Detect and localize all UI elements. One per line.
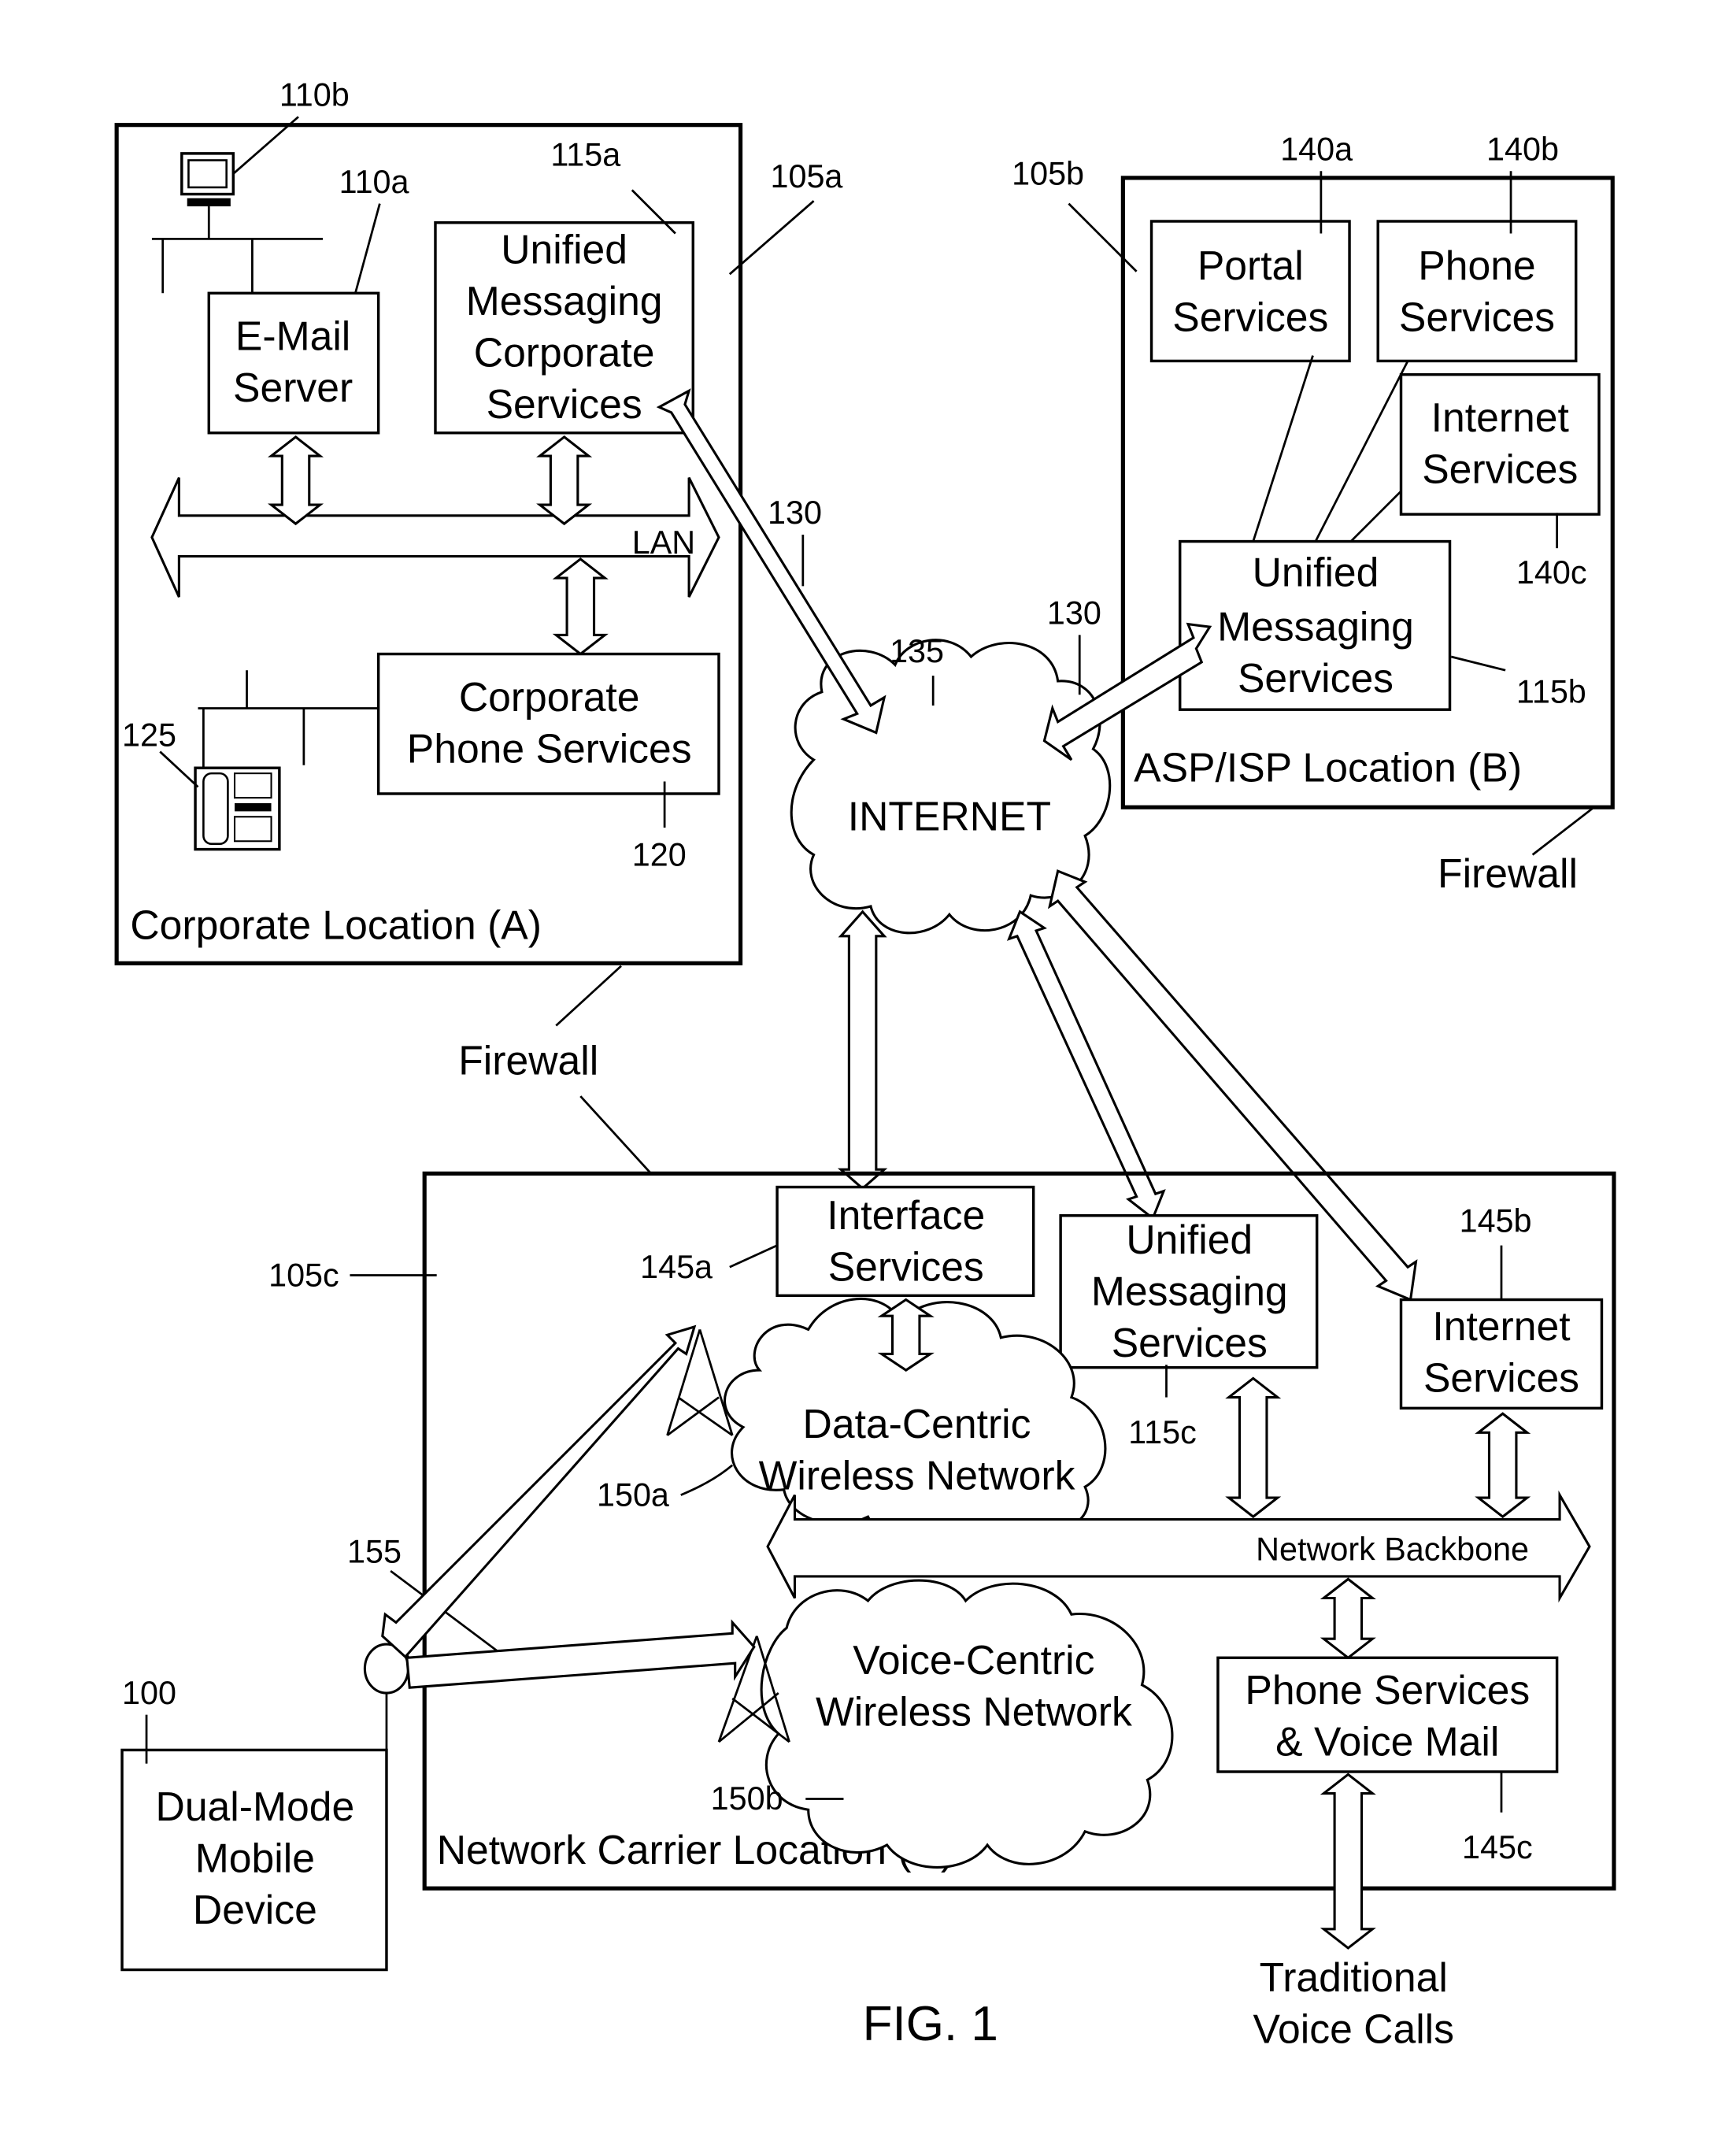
mobile-device: Dual-Mode Mobile Device 100 155 (120, 1534, 522, 1972)
ref-115b: 115b (1516, 674, 1586, 710)
ref-120: 120 (632, 836, 687, 872)
voice-network-line1: Voice-Centric (853, 1637, 1094, 1683)
data-network-line1: Data-Centric (803, 1401, 1031, 1447)
leader-105b (1068, 202, 1138, 272)
corporate-location: Corporate Location (A) 105a 110b E-Mail … (114, 77, 842, 1084)
ref-100: 100 (122, 1675, 176, 1711)
um-corporate-line3: Corporate (474, 329, 655, 375)
data-network-line2: Wireless Network (759, 1453, 1075, 1498)
ref-115c: 115c (1128, 1414, 1197, 1450)
carrier-um-line1: Unified (1126, 1217, 1253, 1262)
ref-140c: 140c (1516, 554, 1587, 591)
asp-um-line1: Unified (1253, 549, 1379, 595)
backbone-phone-arrow (1320, 1577, 1376, 1660)
portal-um-link (1252, 355, 1314, 542)
um-corporate-line2: Messaging (466, 278, 663, 324)
asp-um-line3: Services (1238, 655, 1394, 701)
email-server-line1: E-Mail (235, 313, 350, 359)
leader-110a (354, 203, 381, 294)
telephone-icon (194, 766, 281, 851)
corporate-phone-line1: Corporate (459, 674, 640, 720)
ref-140b: 140b (1486, 131, 1559, 167)
phone-line2: Services (1399, 294, 1555, 340)
ref-140a: 140a (1280, 131, 1353, 167)
figure-caption: FIG. 1 (863, 1997, 998, 2051)
ref-155: 155 (347, 1534, 402, 1570)
carrier-um-line3: Services (1112, 1320, 1268, 1365)
ref-150a: 150a (597, 1476, 669, 1513)
workstation-icon (180, 152, 235, 239)
ref-145c: 145c (1462, 1829, 1533, 1865)
leader-125 (159, 750, 199, 788)
um-corporate-line4: Services (487, 381, 642, 427)
ref-105c: 105c (268, 1257, 339, 1293)
link-internet-interface (837, 909, 888, 1191)
phone-um-link (1314, 360, 1409, 543)
carrier-location: Network Carrier Location (C) 105c Interf… (268, 1095, 1616, 1891)
ref-145b: 145b (1460, 1202, 1532, 1239)
carrier-internet-line1: Internet (1432, 1303, 1570, 1349)
firewall-leader-c (579, 1095, 652, 1175)
portal-line2: Services (1172, 294, 1328, 340)
voice-calls-arrow (1320, 1773, 1376, 1950)
phone-line1: Phone (1418, 243, 1535, 288)
firewall-label-b: Firewall (1438, 850, 1578, 896)
device-line3: Device (193, 1887, 317, 1932)
portal-line1: Portal (1197, 243, 1304, 288)
ref-110a: 110a (339, 164, 409, 200)
internet-backbone-arrow (1475, 1412, 1531, 1519)
ref-145a: 145a (640, 1249, 713, 1285)
ref-105b: 105b (1012, 155, 1084, 191)
phone-lan-arrow (552, 557, 609, 656)
asp-um-line2: Messaging (1217, 603, 1414, 649)
voice-calls-line1: Traditional (1260, 1954, 1448, 2000)
email-server-line2: Server (233, 365, 353, 410)
device-line2: Mobile (195, 1835, 315, 1880)
leader-150a (680, 1464, 734, 1496)
voice-network-line2: Wireless Network (816, 1688, 1132, 1734)
leader-115b (1450, 655, 1506, 672)
ref-130-b: 130 (1047, 595, 1101, 632)
ref-150b: 150b (711, 1780, 783, 1817)
ref-125: 125 (122, 717, 176, 754)
ref-105a: 105a (770, 158, 842, 194)
internet-label: INTERNET (848, 793, 1051, 839)
firewall-leader-b (1531, 807, 1593, 856)
phone-vm-line1: Phone Services (1245, 1667, 1530, 1713)
lan-label: LAN (632, 524, 695, 561)
device-line1: Dual-Mode (156, 1784, 355, 1829)
ref-110b: 110b (279, 77, 350, 113)
asp-internet-line1: Internet (1431, 395, 1569, 440)
asp-internet-line2: Services (1422, 446, 1578, 491)
ref-135: 135 (890, 633, 944, 669)
link-device-voice (405, 1619, 756, 1689)
email-lan-arrow (268, 435, 324, 526)
um-corporate-line1: Unified (501, 226, 627, 272)
voice-calls-line2: Voice Calls (1253, 2006, 1454, 2052)
backbone-label: Network Backbone (1256, 1531, 1529, 1567)
firewall-label-a: Firewall (458, 1038, 598, 1084)
interface-line2: Services (828, 1243, 984, 1289)
corporate-location-label: Corporate Location (A) (130, 902, 542, 947)
interface-line1: Interface (827, 1192, 985, 1238)
um-lan-arrow (536, 435, 593, 526)
carrier-internet-line2: Services (1423, 1355, 1579, 1401)
ref-130-a: 130 (768, 495, 822, 531)
internet-um-link (1349, 490, 1402, 543)
leader-145a (729, 1244, 778, 1269)
asp-location-label: ASP/ISP Location (B) (1134, 744, 1522, 790)
patent-figure: Corporate Location (A) 105a 110b E-Mail … (114, 77, 1616, 2052)
carrier-um-line2: Messaging (1091, 1268, 1288, 1313)
phone-vm-line2: & Voice Mail (1275, 1718, 1499, 1764)
corporate-phone-line2: Phone Services (407, 725, 692, 771)
um-backbone-arrow (1225, 1376, 1282, 1519)
firewall-leader-a (555, 965, 622, 1027)
ref-115a: 115a (550, 136, 620, 172)
